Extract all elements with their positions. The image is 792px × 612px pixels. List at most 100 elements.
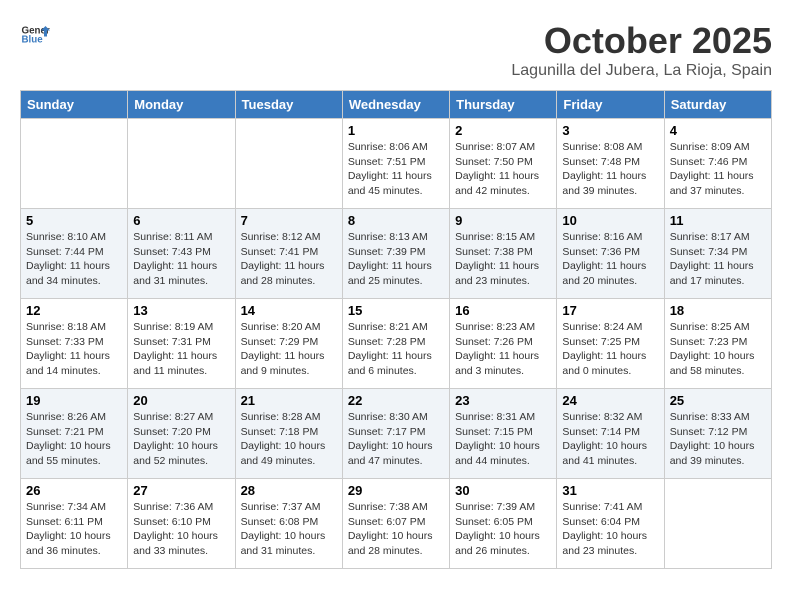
day-info: Sunrise: 8:06 AM Sunset: 7:51 PM Dayligh… bbox=[348, 140, 444, 199]
calendar-cell bbox=[21, 119, 128, 209]
logo-icon: General Blue bbox=[20, 20, 50, 50]
calendar-cell: 26 Sunrise: 7:34 AM Sunset: 6:11 PM Dayli… bbox=[21, 479, 128, 569]
day-info: Sunrise: 8:13 AM Sunset: 7:39 PM Dayligh… bbox=[348, 230, 444, 289]
logo: General Blue bbox=[20, 20, 50, 50]
calendar-cell: 11 Sunrise: 8:17 AM Sunset: 7:34 PM Dayli… bbox=[664, 209, 771, 299]
calendar-header-row: SundayMondayTuesdayWednesdayThursdayFrid… bbox=[21, 91, 772, 119]
calendar-cell: 14Sunrise: 8:20 AM Sunset: 7:29 PM Dayli… bbox=[235, 299, 342, 389]
calendar-cell: 24Sunrise: 8:32 AM Sunset: 7:14 PM Dayli… bbox=[557, 389, 664, 479]
day-info: Sunrise: 7:37 AM Sunset: 6:08 PM Dayligh… bbox=[241, 500, 337, 559]
calendar-cell: 1Sunrise: 8:06 AM Sunset: 7:51 PM Daylig… bbox=[342, 119, 449, 209]
day-info: Sunrise: 7:34 AM Sunset: 6:11 PM Dayligh… bbox=[26, 500, 122, 559]
day-info: Sunrise: 8:11 AM Sunset: 7:43 PM Dayligh… bbox=[133, 230, 229, 289]
calendar-cell bbox=[664, 479, 771, 569]
day-info: Sunrise: 8:07 AM Sunset: 7:50 PM Dayligh… bbox=[455, 140, 551, 199]
day-number: 20 bbox=[133, 393, 229, 408]
day-info: Sunrise: 8:20 AM Sunset: 7:29 PM Dayligh… bbox=[241, 320, 337, 379]
calendar-cell bbox=[128, 119, 235, 209]
day-number: 21 bbox=[241, 393, 337, 408]
day-number: 4 bbox=[670, 123, 766, 138]
calendar-cell: 22 Sunrise: 8:30 AM Sunset: 7:17 PM Dayli… bbox=[342, 389, 449, 479]
calendar-cell: 25 Sunrise: 8:33 AM Sunset: 7:12 PM Dayli… bbox=[664, 389, 771, 479]
day-info: Sunrise: 8:18 AM Sunset: 7:33 PM Dayligh… bbox=[26, 320, 122, 379]
calendar-week-row: 1Sunrise: 8:06 AM Sunset: 7:51 PM Daylig… bbox=[21, 119, 772, 209]
day-info: Sunrise: 7:36 AM Sunset: 6:10 PM Dayligh… bbox=[133, 500, 229, 559]
day-number: 23 bbox=[455, 393, 551, 408]
column-header-monday: Monday bbox=[128, 91, 235, 119]
day-number: 19 bbox=[26, 393, 122, 408]
day-number: 28 bbox=[241, 483, 337, 498]
day-number: 2 bbox=[455, 123, 551, 138]
day-number: 15 bbox=[348, 303, 444, 318]
day-info: Sunrise: 8:15 AM Sunset: 7:38 PM Dayligh… bbox=[455, 230, 551, 289]
day-number: 18 bbox=[670, 303, 766, 318]
calendar-cell: 2 Sunrise: 8:07 AM Sunset: 7:50 PM Daylig… bbox=[450, 119, 557, 209]
column-header-saturday: Saturday bbox=[664, 91, 771, 119]
day-number: 7 bbox=[241, 213, 337, 228]
column-header-wednesday: Wednesday bbox=[342, 91, 449, 119]
calendar-cell: 28 Sunrise: 7:37 AM Sunset: 6:08 PM Dayli… bbox=[235, 479, 342, 569]
calendar-cell bbox=[235, 119, 342, 209]
day-info: Sunrise: 8:19 AM Sunset: 7:31 PM Dayligh… bbox=[133, 320, 229, 379]
calendar-cell: 20 Sunrise: 8:27 AM Sunset: 7:20 PM Dayli… bbox=[128, 389, 235, 479]
calendar-cell: 16 Sunrise: 8:23 AM Sunset: 7:26 PM Dayli… bbox=[450, 299, 557, 389]
calendar-cell: 19 Sunrise: 8:26 AM Sunset: 7:21 PM Dayli… bbox=[21, 389, 128, 479]
day-info: Sunrise: 7:38 AM Sunset: 6:07 PM Dayligh… bbox=[348, 500, 444, 559]
day-number: 30 bbox=[455, 483, 551, 498]
calendar-cell: 27Sunrise: 7:36 AM Sunset: 6:10 PM Dayli… bbox=[128, 479, 235, 569]
day-info: Sunrise: 8:23 AM Sunset: 7:26 PM Dayligh… bbox=[455, 320, 551, 379]
calendar-cell: 4 Sunrise: 8:09 AM Sunset: 7:46 PM Daylig… bbox=[664, 119, 771, 209]
day-info: Sunrise: 8:26 AM Sunset: 7:21 PM Dayligh… bbox=[26, 410, 122, 469]
day-info: Sunrise: 8:28 AM Sunset: 7:18 PM Dayligh… bbox=[241, 410, 337, 469]
day-info: Sunrise: 8:16 AM Sunset: 7:36 PM Dayligh… bbox=[562, 230, 658, 289]
calendar-cell: 6 Sunrise: 8:11 AM Sunset: 7:43 PM Daylig… bbox=[128, 209, 235, 299]
page-header: General Blue October 2025 Lagunilla del … bbox=[20, 20, 772, 80]
day-info: Sunrise: 8:17 AM Sunset: 7:34 PM Dayligh… bbox=[670, 230, 766, 289]
day-number: 3 bbox=[562, 123, 658, 138]
column-header-friday: Friday bbox=[557, 91, 664, 119]
day-number: 26 bbox=[26, 483, 122, 498]
day-info: Sunrise: 7:41 AM Sunset: 6:04 PM Dayligh… bbox=[562, 500, 658, 559]
location-title: Lagunilla del Jubera, La Rioja, Spain bbox=[511, 62, 772, 80]
day-info: Sunrise: 8:09 AM Sunset: 7:46 PM Dayligh… bbox=[670, 140, 766, 199]
calendar-cell: 7Sunrise: 8:12 AM Sunset: 7:41 PM Daylig… bbox=[235, 209, 342, 299]
calendar-cell: 17Sunrise: 8:24 AM Sunset: 7:25 PM Dayli… bbox=[557, 299, 664, 389]
calendar-cell: 15 Sunrise: 8:21 AM Sunset: 7:28 PM Dayli… bbox=[342, 299, 449, 389]
column-header-sunday: Sunday bbox=[21, 91, 128, 119]
day-number: 12 bbox=[26, 303, 122, 318]
day-info: Sunrise: 8:31 AM Sunset: 7:15 PM Dayligh… bbox=[455, 410, 551, 469]
day-number: 11 bbox=[670, 213, 766, 228]
day-info: Sunrise: 8:32 AM Sunset: 7:14 PM Dayligh… bbox=[562, 410, 658, 469]
day-number: 22 bbox=[348, 393, 444, 408]
calendar-week-row: 26 Sunrise: 7:34 AM Sunset: 6:11 PM Dayli… bbox=[21, 479, 772, 569]
calendar-table: SundayMondayTuesdayWednesdayThursdayFrid… bbox=[20, 90, 772, 569]
calendar-cell: 13 Sunrise: 8:19 AM Sunset: 7:31 PM Dayli… bbox=[128, 299, 235, 389]
day-info: Sunrise: 8:33 AM Sunset: 7:12 PM Dayligh… bbox=[670, 410, 766, 469]
calendar-cell: 29 Sunrise: 7:38 AM Sunset: 6:07 PM Dayli… bbox=[342, 479, 449, 569]
day-number: 9 bbox=[455, 213, 551, 228]
calendar-cell: 21 Sunrise: 8:28 AM Sunset: 7:18 PM Dayli… bbox=[235, 389, 342, 479]
svg-text:Blue: Blue bbox=[22, 35, 44, 46]
column-header-tuesday: Tuesday bbox=[235, 91, 342, 119]
day-number: 16 bbox=[455, 303, 551, 318]
calendar-cell: 31 Sunrise: 7:41 AM Sunset: 6:04 PM Dayli… bbox=[557, 479, 664, 569]
calendar-cell: 12 Sunrise: 8:18 AM Sunset: 7:33 PM Dayli… bbox=[21, 299, 128, 389]
day-number: 17 bbox=[562, 303, 658, 318]
month-title: October 2025 bbox=[511, 20, 772, 62]
day-info: Sunrise: 8:08 AM Sunset: 7:48 PM Dayligh… bbox=[562, 140, 658, 199]
day-number: 6 bbox=[133, 213, 229, 228]
day-info: Sunrise: 8:30 AM Sunset: 7:17 PM Dayligh… bbox=[348, 410, 444, 469]
calendar-week-row: 12 Sunrise: 8:18 AM Sunset: 7:33 PM Dayli… bbox=[21, 299, 772, 389]
title-block: October 2025 Lagunilla del Jubera, La Ri… bbox=[511, 20, 772, 80]
day-info: Sunrise: 8:21 AM Sunset: 7:28 PM Dayligh… bbox=[348, 320, 444, 379]
day-number: 8 bbox=[348, 213, 444, 228]
day-number: 25 bbox=[670, 393, 766, 408]
calendar-cell: 3 Sunrise: 8:08 AM Sunset: 7:48 PM Daylig… bbox=[557, 119, 664, 209]
day-number: 13 bbox=[133, 303, 229, 318]
calendar-cell: 10Sunrise: 8:16 AM Sunset: 7:36 PM Dayli… bbox=[557, 209, 664, 299]
day-info: Sunrise: 8:27 AM Sunset: 7:20 PM Dayligh… bbox=[133, 410, 229, 469]
day-number: 31 bbox=[562, 483, 658, 498]
day-number: 29 bbox=[348, 483, 444, 498]
calendar-cell: 5Sunrise: 8:10 AM Sunset: 7:44 PM Daylig… bbox=[21, 209, 128, 299]
column-header-thursday: Thursday bbox=[450, 91, 557, 119]
